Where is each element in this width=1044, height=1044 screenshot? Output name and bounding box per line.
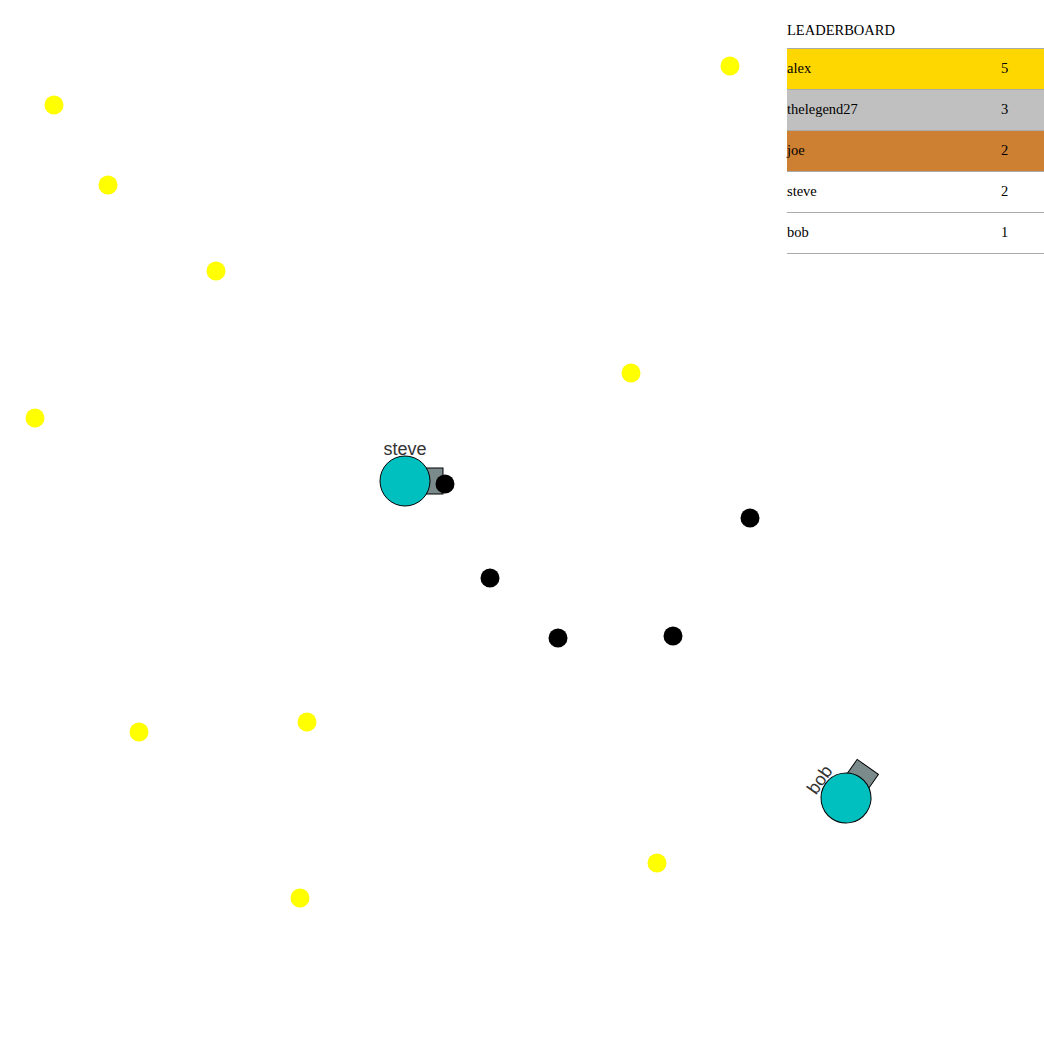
leaderboard-row: bob1 bbox=[787, 213, 1044, 254]
player-score: 2 bbox=[1001, 140, 1044, 162]
food-dot bbox=[648, 854, 667, 873]
food-dot bbox=[622, 364, 641, 383]
game-screen: stevebobLEADERBOARDalex5thelegend273joe2… bbox=[0, 0, 1044, 1044]
player-name: bob bbox=[803, 762, 837, 798]
player: steve bbox=[380, 439, 443, 506]
food-dot bbox=[26, 409, 45, 428]
player-score: 5 bbox=[1001, 58, 1044, 80]
leaderboard-row: steve2 bbox=[787, 172, 1044, 213]
player-score: 1 bbox=[1001, 222, 1044, 244]
player-name: alex bbox=[787, 58, 1001, 80]
player: bob bbox=[797, 743, 888, 833]
leaderboard-row: alex5 bbox=[787, 49, 1044, 90]
bullet bbox=[481, 569, 500, 588]
food-dot bbox=[45, 96, 64, 115]
leaderboard-row: joe2 bbox=[787, 131, 1044, 172]
bullet bbox=[741, 509, 760, 528]
leaderboard-list: alex5thelegend273joe2steve2bob1 bbox=[787, 48, 1044, 254]
food-dot bbox=[298, 713, 317, 732]
player-score: 3 bbox=[1001, 99, 1044, 121]
player-name: joe bbox=[787, 140, 1001, 162]
player-name: thelegend27 bbox=[787, 99, 1001, 121]
bullet bbox=[549, 629, 568, 648]
leaderboard-title: LEADERBOARD bbox=[787, 0, 1044, 48]
leaderboard-row: thelegend273 bbox=[787, 90, 1044, 131]
food-dot bbox=[291, 889, 310, 908]
player-name: steve bbox=[787, 181, 1001, 203]
player-name: bob bbox=[787, 222, 1001, 244]
bullet bbox=[664, 627, 683, 646]
food-dot bbox=[721, 57, 740, 76]
leaderboard: LEADERBOARDalex5thelegend273joe2steve2bo… bbox=[787, 0, 1044, 254]
food-dot bbox=[130, 723, 149, 742]
player-score: 2 bbox=[1001, 181, 1044, 203]
food-dot bbox=[207, 262, 226, 281]
player-name: steve bbox=[383, 439, 426, 459]
player-body bbox=[380, 456, 430, 506]
food-dot bbox=[99, 176, 118, 195]
bullet bbox=[436, 475, 455, 494]
